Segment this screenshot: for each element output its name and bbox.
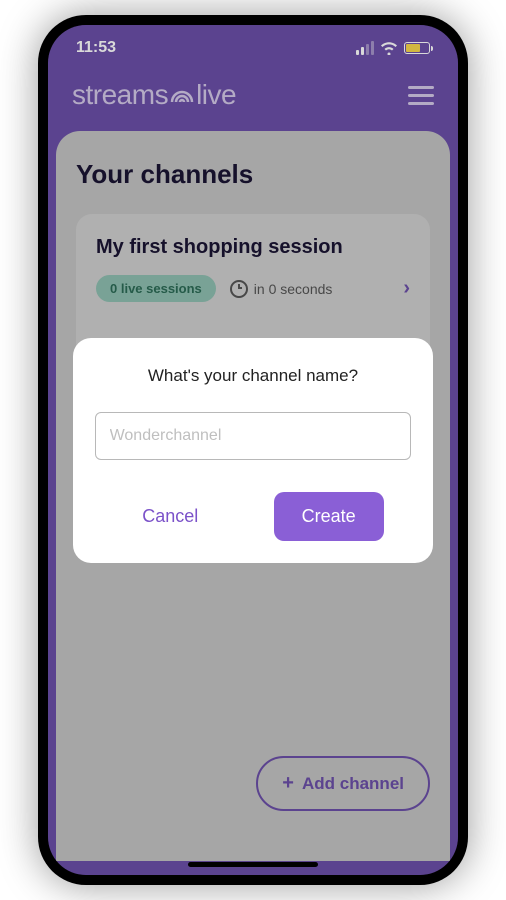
modal-overlay[interactable]: What's your channel name? Cancel Create	[48, 25, 458, 875]
modal-title: What's your channel name?	[95, 366, 412, 386]
channel-name-input[interactable]	[95, 412, 412, 460]
create-channel-modal: What's your channel name? Cancel Create	[73, 338, 434, 563]
screen: 11:53 streams	[48, 25, 458, 875]
modal-actions: Cancel Create	[95, 492, 412, 541]
cancel-button[interactable]: Cancel	[122, 494, 218, 539]
create-button[interactable]: Create	[274, 492, 384, 541]
device-frame: 11:53 streams	[38, 15, 468, 885]
home-indicator[interactable]	[188, 862, 318, 867]
